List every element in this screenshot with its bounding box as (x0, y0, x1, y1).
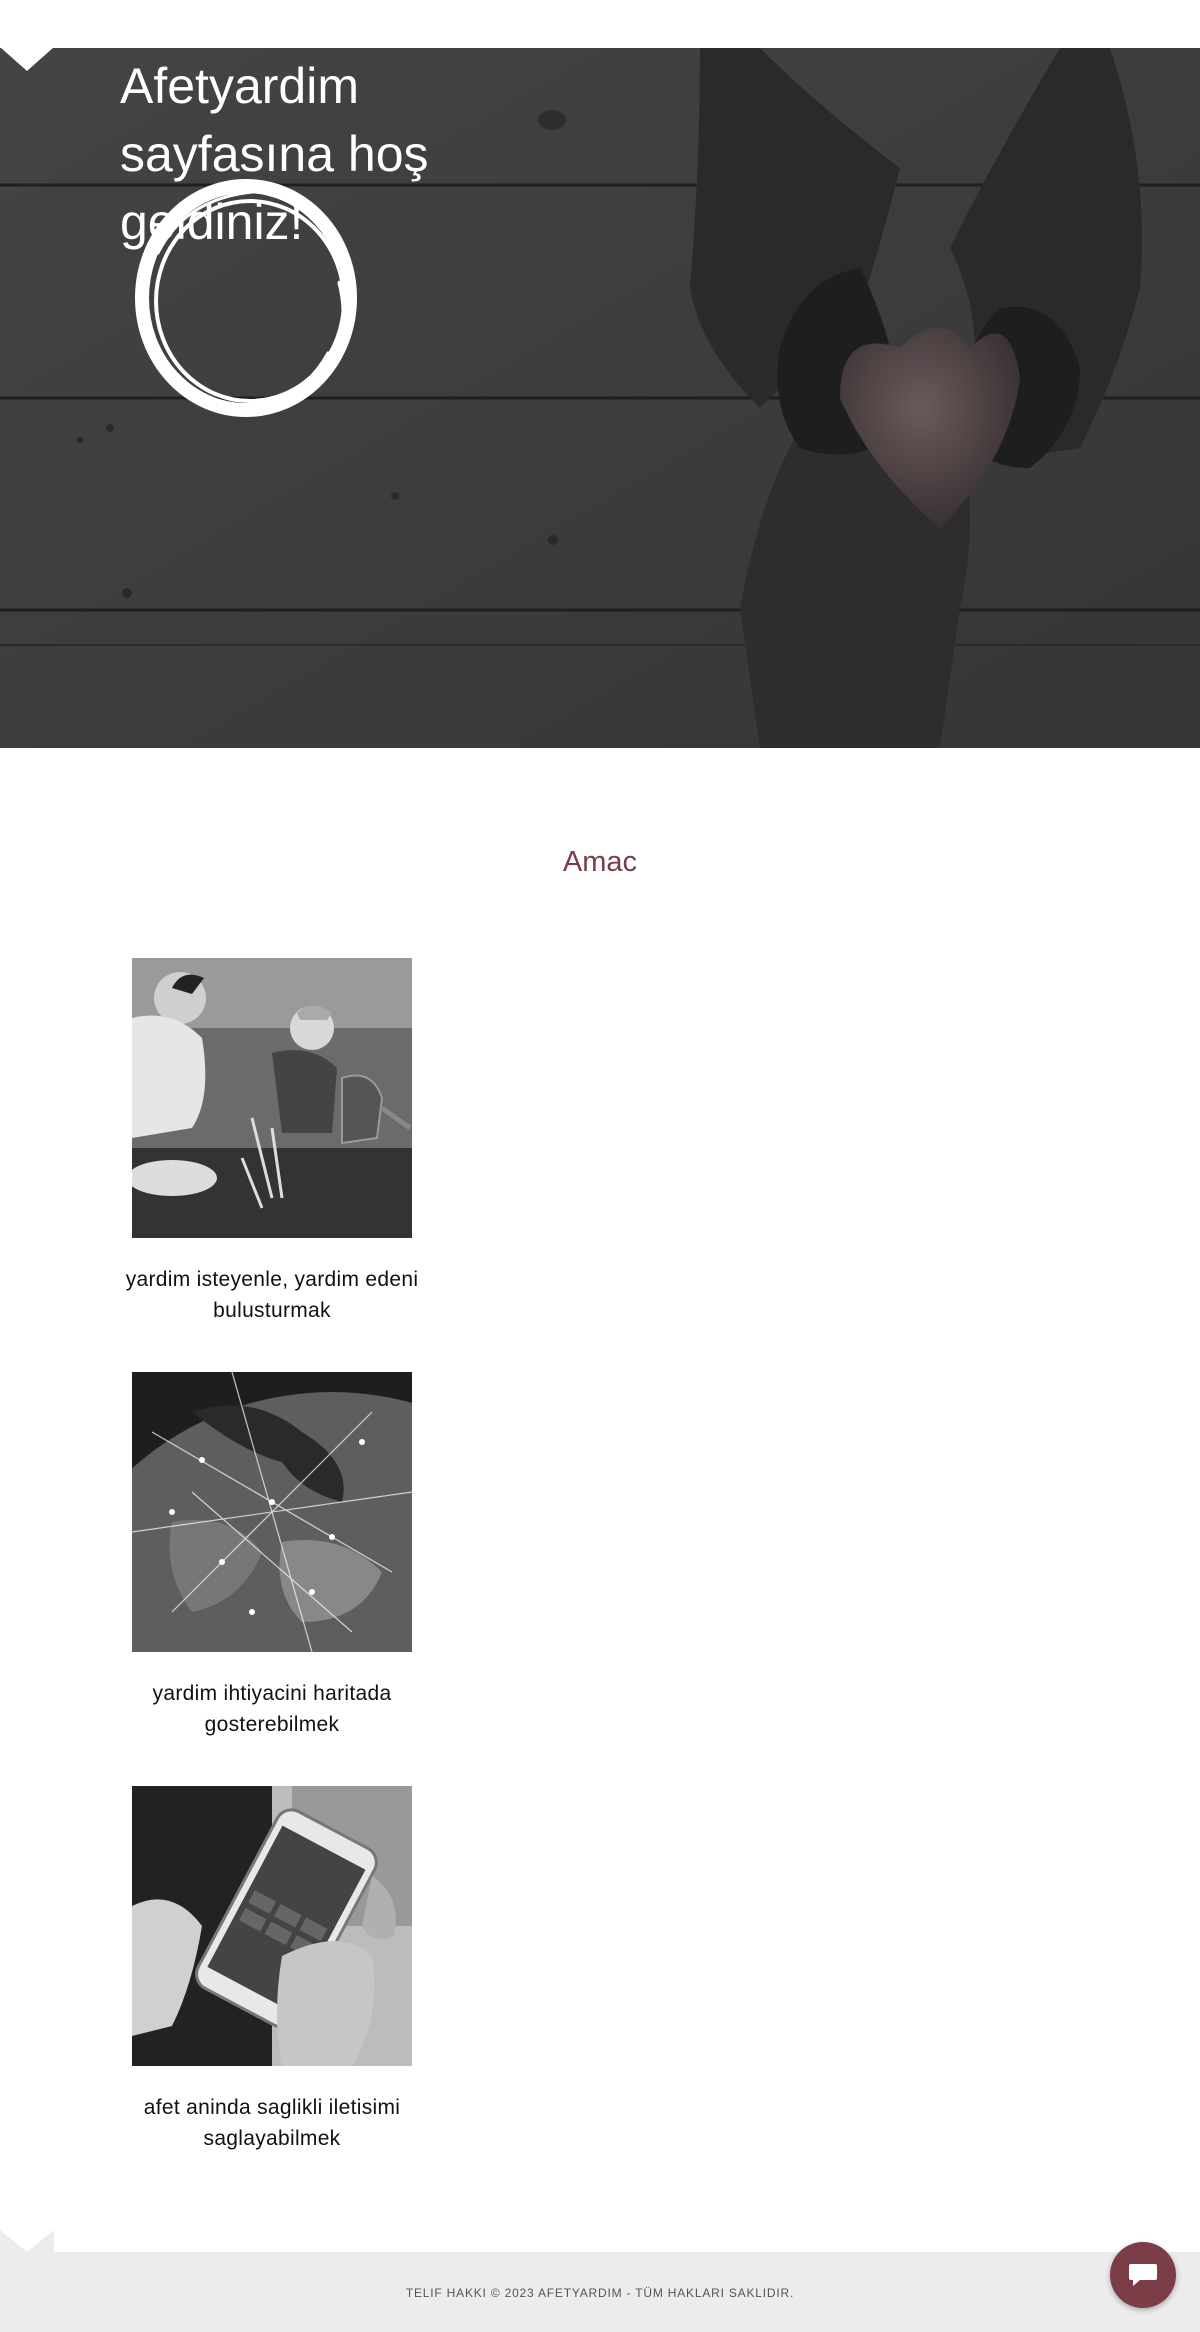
hero-title: Afetyardim sayfasına hoş geldiniz! (120, 58, 429, 250)
purpose-card-image (132, 958, 412, 1238)
hero-notch (0, 47, 54, 71)
purpose-card: afet aninda saglikli iletisimi saglayabi… (120, 1786, 424, 2154)
purpose-card: yardim isteyenle, yardim edeni bulusturm… (120, 958, 424, 1326)
purpose-card-text: yardim ihtiyacini haritada gosterebilmek (152, 1682, 392, 1736)
purpose-card: yardim ihtiyacini haritada gosterebilmek (120, 1372, 424, 1740)
footer: TELIF HAKKI © 2023 AFETYARDIM - TÜM HAKL… (0, 2252, 1200, 2332)
purpose-card-image (132, 1786, 412, 2066)
copyright-text: TELIF HAKKI © 2023 AFETYARDIM - TÜM HAKL… (405, 2286, 795, 2300)
chat-button[interactable] (1110, 2242, 1176, 2308)
hero-section: Afetyardim sayfasına hoş geldiniz! (0, 48, 1200, 748)
chat-bubble-icon (1129, 2264, 1157, 2286)
top-bar (0, 0, 1200, 48)
purpose-card-image (132, 1372, 412, 1652)
purpose-card-text: afet aninda saglikli iletisimi saglayabi… (143, 2096, 401, 2150)
footer-notch (0, 2230, 54, 2252)
purpose-card-text: yardim isteyenle, yardim edeni bulusturm… (125, 1268, 419, 1322)
purpose-section-title: Amac (562, 846, 638, 878)
